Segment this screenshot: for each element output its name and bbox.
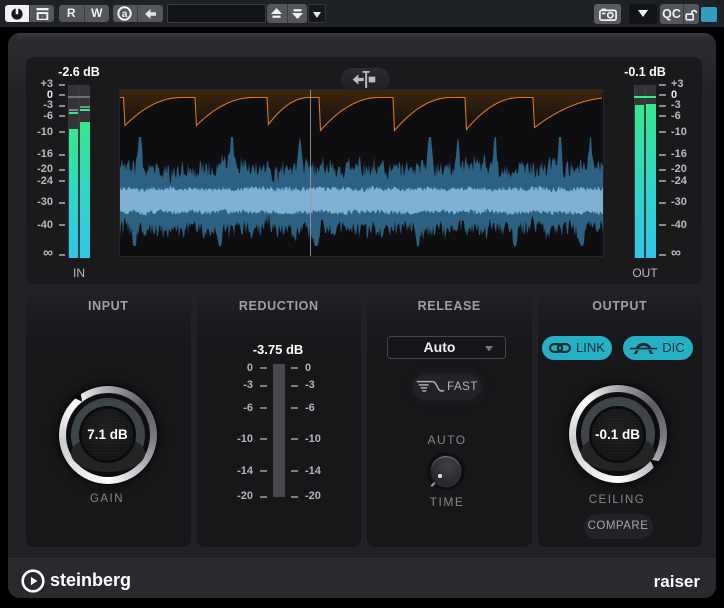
svg-text:a: a bbox=[122, 8, 128, 20]
